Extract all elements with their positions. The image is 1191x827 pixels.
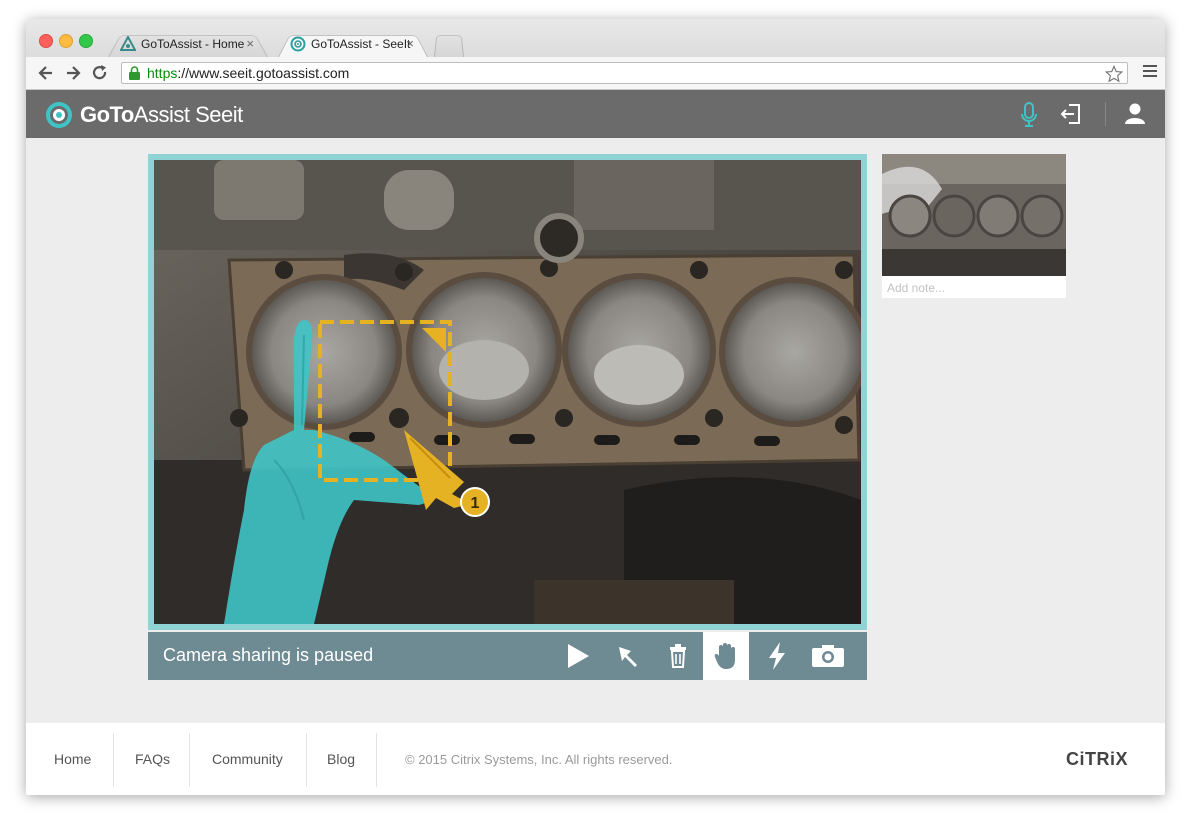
flash-button[interactable] bbox=[754, 632, 800, 680]
pointer-tool-button[interactable] bbox=[605, 632, 651, 680]
microphone-icon[interactable] bbox=[1020, 102, 1038, 128]
citrix-logo: CiTRiX bbox=[1066, 749, 1129, 769]
app-logo[interactable]: GoToAssist Seeit bbox=[44, 100, 243, 130]
trash-icon bbox=[670, 644, 686, 668]
zoom-window-button[interactable] bbox=[79, 34, 93, 48]
close-tab-icon[interactable]: × bbox=[406, 36, 414, 51]
seeit-favicon-icon bbox=[290, 36, 306, 52]
lock-icon bbox=[129, 66, 140, 80]
back-icon[interactable] bbox=[36, 63, 56, 83]
copyright-text: © 2015 Citrix Systems, Inc. All rights r… bbox=[405, 752, 673, 767]
engine-block-image: 1 bbox=[154, 160, 861, 624]
url-host: ://www.seeit.gotoassist.com bbox=[177, 65, 350, 81]
footer-divider bbox=[376, 733, 377, 787]
close-tab-icon[interactable]: × bbox=[246, 36, 254, 51]
annotation-marker-number: 1 bbox=[471, 495, 480, 512]
app-header: GoToAssist Seeit bbox=[26, 90, 1165, 138]
snapshot-thumbnail[interactable]: Add note... bbox=[882, 154, 1066, 298]
camera-icon bbox=[812, 645, 844, 667]
browser-window: GoToAssist - Home × GoToAssist - SeeIt × bbox=[26, 19, 1165, 795]
gotoassist-favicon-icon bbox=[120, 36, 136, 51]
new-tab-button[interactable] bbox=[434, 31, 464, 57]
user-icon[interactable] bbox=[1124, 102, 1146, 126]
play-button[interactable] bbox=[555, 632, 601, 680]
app-logo-text: GoToAssist Seeit bbox=[80, 102, 243, 128]
tab-label: GoToAssist - SeeIt bbox=[311, 37, 411, 51]
close-window-button[interactable] bbox=[39, 34, 53, 48]
address-bar[interactable]: https://www.seeit.gotoassist.com bbox=[121, 62, 1128, 84]
logo-light-text: Assist Seeit bbox=[133, 102, 243, 127]
snapshot-engine-image bbox=[882, 154, 1066, 276]
tab-gotoassist-seeit[interactable]: GoToAssist - SeeIt × bbox=[278, 31, 428, 57]
add-note-input[interactable]: Add note... bbox=[887, 281, 945, 295]
exit-icon[interactable] bbox=[1060, 102, 1082, 126]
camera-status-text: Camera sharing is paused bbox=[163, 645, 374, 665]
pointer-icon bbox=[619, 647, 637, 667]
main-content: 1 Camera sharing is paused Add note... bbox=[26, 138, 1165, 723]
footer-link-community[interactable]: Community bbox=[212, 751, 283, 767]
clear-annotations-button[interactable] bbox=[655, 632, 701, 680]
footer-link-home[interactable]: Home bbox=[54, 751, 91, 767]
url-text: https://www.seeit.gotoassist.com bbox=[147, 63, 349, 83]
hand-tool-button[interactable] bbox=[703, 632, 749, 680]
header-divider bbox=[1105, 102, 1106, 126]
snapshot-button[interactable] bbox=[805, 632, 851, 680]
footer-divider bbox=[306, 733, 307, 787]
footer-divider bbox=[113, 733, 114, 787]
session-controls-bar: Camera sharing is paused bbox=[148, 632, 867, 680]
reload-icon[interactable] bbox=[90, 63, 110, 83]
forward-icon[interactable] bbox=[63, 63, 83, 83]
footer-divider bbox=[189, 733, 190, 787]
footer-link-blog[interactable]: Blog bbox=[327, 751, 355, 767]
snapshot-image[interactable] bbox=[882, 154, 1066, 276]
video-stage: 1 bbox=[148, 154, 867, 630]
tab-gotoassist-home[interactable]: GoToAssist - Home × bbox=[108, 31, 268, 57]
browser-toolbar: https://www.seeit.gotoassist.com bbox=[26, 57, 1165, 90]
hand-icon bbox=[714, 643, 735, 669]
play-icon bbox=[568, 644, 589, 668]
minimize-window-button[interactable] bbox=[59, 34, 73, 48]
star-icon[interactable] bbox=[1105, 65, 1123, 83]
tab-label: GoToAssist - Home bbox=[141, 37, 245, 51]
menu-icon[interactable] bbox=[1143, 65, 1157, 80]
lightning-icon bbox=[769, 642, 785, 670]
browser-titlebar: GoToAssist - Home × GoToAssist - SeeIt × bbox=[26, 19, 1165, 57]
footer-link-faqs[interactable]: FAQs bbox=[135, 751, 170, 767]
logo-bold-text: GoTo bbox=[80, 102, 134, 127]
url-scheme: https bbox=[147, 65, 178, 81]
page-footer: Home FAQs Community Blog © 2015 Citrix S… bbox=[26, 723, 1165, 795]
camera-feed[interactable]: 1 bbox=[154, 160, 861, 624]
seeit-logo-icon bbox=[46, 102, 72, 128]
